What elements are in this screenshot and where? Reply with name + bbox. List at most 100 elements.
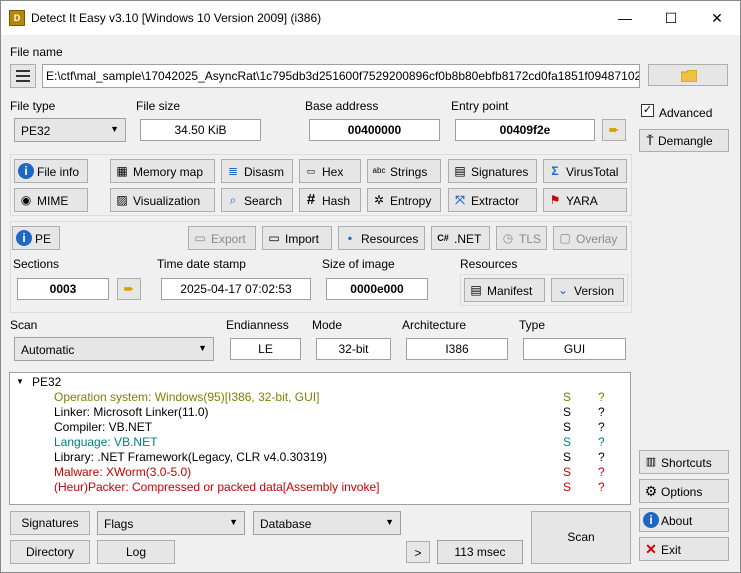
tls-icon: ◷ bbox=[502, 231, 514, 245]
net-button[interactable]: C# .NET bbox=[431, 226, 490, 250]
yara-button[interactable]: ⚑ YARA bbox=[543, 188, 627, 212]
architecture-label: Architecture bbox=[402, 318, 467, 332]
file-info-label: File info bbox=[37, 165, 80, 179]
signatures-tool-button[interactable]: ▤ Signatures bbox=[448, 159, 537, 183]
detection-row[interactable]: Compiler: VB.NET S? bbox=[10, 420, 630, 435]
menu-button[interactable] bbox=[10, 64, 36, 88]
signatures-button[interactable]: Signatures bbox=[10, 511, 90, 535]
yara-icon: ⚑ bbox=[549, 193, 561, 207]
virustotal-icon: Σ bbox=[551, 164, 559, 178]
options-button[interactable]: ⚙ Options bbox=[639, 479, 729, 503]
about-button[interactable]: i About bbox=[639, 508, 729, 532]
open-file-button[interactable] bbox=[648, 64, 728, 86]
gear-icon: ⚙ bbox=[644, 483, 658, 499]
visualization-button[interactable]: ▨ Visualization bbox=[110, 188, 215, 212]
manifest-button[interactable]: ▤ Manifest bbox=[464, 278, 545, 302]
detection-signature-link[interactable]: S bbox=[563, 390, 571, 404]
detection-row[interactable]: Library: .NET Framework(Legacy, CLR v4.0… bbox=[10, 450, 630, 465]
detection-info-link[interactable]: ? bbox=[598, 450, 605, 464]
advanced-label: Advanced bbox=[659, 106, 713, 120]
arrow-right-icon: ➨ bbox=[123, 281, 135, 296]
file-type-label: File type bbox=[10, 99, 56, 113]
hash-button[interactable]: # Hash bbox=[299, 188, 361, 212]
detection-info-link[interactable]: ? bbox=[598, 420, 605, 434]
pe-button[interactable]: i PE bbox=[12, 226, 60, 250]
search-icon: ⌕ bbox=[229, 193, 237, 207]
hash-label: Hash bbox=[322, 194, 351, 208]
strings-button[interactable]: abc Strings bbox=[367, 159, 441, 183]
detection-info-link[interactable]: ? bbox=[598, 465, 605, 479]
detection-signature-link[interactable]: S bbox=[563, 420, 571, 434]
detection-signature-link[interactable]: S bbox=[563, 405, 571, 419]
detection-info-link[interactable]: ? bbox=[598, 405, 605, 419]
shortcuts-label: Shortcuts bbox=[661, 456, 712, 470]
import-button[interactable]: ▭ Import bbox=[262, 226, 332, 250]
memory-map-icon: ▦ bbox=[116, 164, 128, 178]
file-info-button[interactable]: i File info bbox=[14, 159, 88, 183]
hex-label: Hex bbox=[322, 165, 344, 179]
disasm-button[interactable]: ≣ Disasm bbox=[221, 159, 293, 183]
file-path-input[interactable]: E:\ctf\mal_sample\17042025_AsyncRat\1c79… bbox=[42, 64, 640, 88]
detection-row[interactable]: Linker: Microsoft Linker(11.0) S? bbox=[10, 405, 630, 420]
virustotal-label: VirusTotal bbox=[566, 165, 619, 179]
sections-follow-button[interactable]: ➨ bbox=[117, 278, 141, 300]
detection-signature-link[interactable]: S bbox=[563, 465, 571, 479]
sections-value[interactable]: 0003 bbox=[17, 278, 109, 300]
advanced-checkbox[interactable]: ✓ bbox=[641, 104, 654, 117]
tls-button[interactable]: ◷ TLS bbox=[496, 226, 547, 250]
memory-map-button[interactable]: ▦ Memory map bbox=[110, 159, 215, 183]
shortcuts-button[interactable]: ▥ Shortcuts bbox=[639, 450, 729, 474]
minimize-button[interactable]: — bbox=[602, 1, 648, 35]
detection-signature-link[interactable]: S bbox=[563, 435, 571, 449]
detection-results-tree[interactable]: ▼ PE32 Operation system: Windows(95)[I38… bbox=[9, 372, 631, 505]
options-label: Options bbox=[661, 485, 703, 499]
resources-section-label: Resources bbox=[460, 257, 518, 271]
scan-mode-select[interactable]: Automatic ▼ bbox=[14, 337, 214, 361]
flags-select[interactable]: Flags ▼ bbox=[97, 511, 245, 535]
detection-signature-link[interactable]: S bbox=[563, 480, 571, 494]
exit-button[interactable]: ✕ Exit bbox=[639, 537, 729, 561]
export-button[interactable]: ▭ Export bbox=[188, 226, 256, 250]
base-address-value[interactable]: 00400000 bbox=[309, 119, 440, 141]
mime-button[interactable]: ◉ MIME bbox=[14, 188, 88, 212]
demangle-button[interactable]: Ť Demangle bbox=[639, 129, 729, 152]
chevron-down-icon: ▼ bbox=[110, 124, 119, 134]
entry-point-value[interactable]: 00409f2e bbox=[455, 119, 595, 141]
scan-button[interactable]: Scan bbox=[531, 511, 631, 564]
directory-button[interactable]: Directory bbox=[10, 540, 90, 564]
log-button[interactable]: Log bbox=[97, 540, 175, 564]
hex-button[interactable]: ▭ Hex bbox=[299, 159, 361, 183]
database-select[interactable]: Database ▼ bbox=[253, 511, 401, 535]
detection-info-link[interactable]: ? bbox=[598, 480, 605, 494]
title-bar: D Detect It Easy v3.10 [Windows 10 Versi… bbox=[1, 1, 740, 35]
virustotal-button[interactable]: Σ VirusTotal bbox=[543, 159, 627, 183]
entry-point-follow-button[interactable]: ➨ bbox=[602, 119, 626, 141]
close-button[interactable]: ✕ bbox=[694, 1, 740, 35]
resources-button[interactable]: ▪ Resources bbox=[338, 226, 425, 250]
mime-icon: ◉ bbox=[20, 193, 32, 207]
detection-info-link[interactable]: ? bbox=[598, 435, 605, 449]
collapse-arrow-icon[interactable]: ▼ bbox=[16, 377, 24, 386]
overlay-button[interactable]: ▢ Overlay bbox=[553, 226, 627, 250]
mime-label: MIME bbox=[37, 194, 69, 208]
search-button[interactable]: ⌕ Search bbox=[221, 188, 293, 212]
disasm-icon: ≣ bbox=[227, 164, 239, 178]
detection-signature-link[interactable]: S bbox=[563, 450, 571, 464]
detection-info-link[interactable]: ? bbox=[598, 390, 605, 404]
info-icon: i bbox=[16, 230, 32, 246]
file-type-select[interactable]: PE32 ▼ bbox=[14, 118, 126, 142]
export-label: Export bbox=[211, 232, 246, 246]
size-of-image-value[interactable]: 0000e000 bbox=[326, 278, 428, 300]
tree-root-row[interactable]: ▼ PE32 bbox=[10, 375, 630, 390]
version-button[interactable]: ⌄ Version bbox=[551, 278, 624, 302]
maximize-button[interactable]: ☐ bbox=[648, 1, 694, 35]
detection-row[interactable]: Language: VB.NET S? bbox=[10, 435, 630, 450]
more-button[interactable]: > bbox=[406, 541, 430, 563]
extractor-button[interactable]: ⤧ Extractor bbox=[448, 188, 537, 212]
detection-row[interactable]: (Heur)Packer: Compressed or packed data[… bbox=[10, 480, 630, 495]
entropy-button[interactable]: ✲ Entropy bbox=[367, 188, 441, 212]
folder-icon bbox=[681, 70, 697, 82]
detection-row[interactable]: Operation system: Windows(95)[I386, 32-b… bbox=[10, 390, 630, 405]
detection-row[interactable]: Malware: XWorm(3.0-5.0) S? bbox=[10, 465, 630, 480]
scan-mode-value: Automatic bbox=[21, 343, 75, 357]
